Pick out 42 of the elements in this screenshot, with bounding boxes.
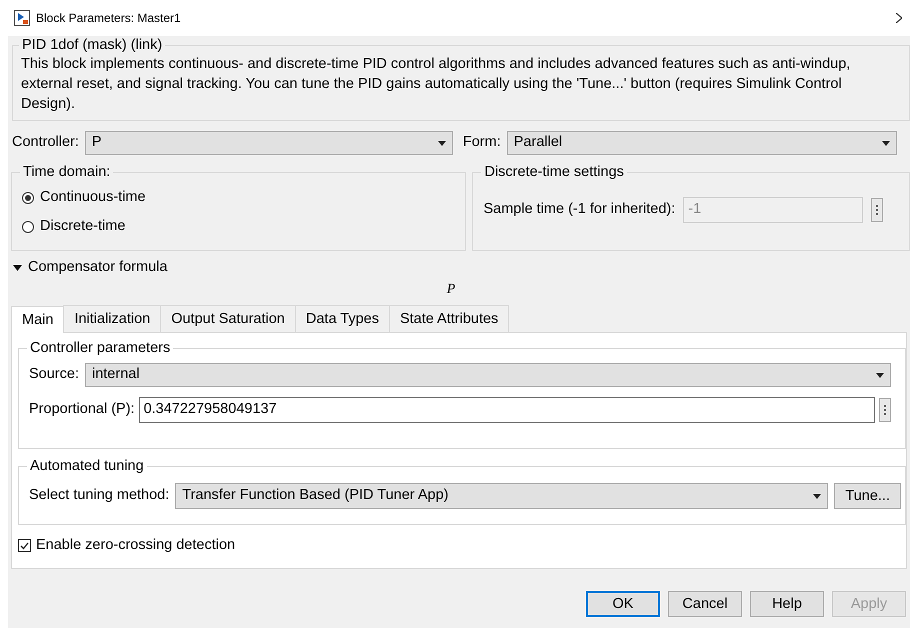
radio-button[interactable]	[22, 220, 34, 232]
group-title: Time domain:	[22, 163, 112, 181]
more-button[interactable]	[871, 198, 884, 222]
tab[interactable]: State Attributes	[388, 305, 510, 332]
radio-button[interactable]	[22, 192, 34, 204]
window-title: Block Parameters: Master1	[36, 10, 181, 27]
field-label: Form:	[462, 133, 501, 152]
dialog-button[interactable]: Help	[750, 591, 824, 617]
caret-icon	[438, 140, 446, 146]
tab[interactable]: Main	[11, 306, 64, 333]
dialog-button[interactable]: Cancel	[668, 591, 742, 617]
group-title: Controller parameters	[29, 339, 172, 357]
tuning-method-dropdown[interactable]: Transfer Function Based (PID Tuner App)	[175, 483, 828, 509]
proportional-field[interactable]: 0.347227958049137	[138, 397, 875, 423]
caret-icon	[882, 140, 890, 146]
more-button[interactable]	[879, 398, 891, 422]
field-label: Source:	[29, 365, 79, 384]
source-dropdown[interactable]: internal	[84, 363, 891, 387]
app-icon	[14, 10, 30, 26]
field-label: Sample time (-1 for inherited):	[483, 200, 676, 220]
field-label: Controller:	[12, 133, 79, 152]
radio-option[interactable]: Discrete-time	[22, 212, 126, 241]
dialog-button[interactable]: OK	[586, 591, 660, 617]
expander[interactable]: Compensator formula	[13, 257, 168, 279]
more-icon	[876, 205, 878, 215]
group-title: PID 1dof (mask) (link)	[21, 36, 164, 54]
checkbox[interactable]	[18, 539, 31, 552]
tune-button[interactable]: Tune...	[834, 483, 901, 509]
caret-icon	[876, 372, 884, 378]
description-text: This block implements continuous- and discrete-time PID control algorithms and includes advanced features such as anti-windup, external reset, and signal tracking. You can tune the PID gains automatically using the 'Tune...' button (requires Simulink Control Design).	[21, 55, 852, 114]
form-dropdown[interactable]: Parallel	[506, 131, 897, 155]
radio-option[interactable]: Continuous-time	[22, 183, 146, 212]
caret-icon	[813, 494, 822, 498]
formula: P	[446, 282, 456, 297]
group-title: Discrete-time settings	[483, 163, 625, 181]
group-title: Automated tuning	[29, 457, 145, 475]
field-label: Select tuning method:	[29, 486, 170, 506]
checkbox-option[interactable]: Enable zero-crossing detection	[18, 535, 236, 557]
controller-dropdown[interactable]: P	[84, 131, 453, 155]
expand-icon	[13, 265, 22, 271]
field-label: Proportional (P):	[29, 400, 135, 420]
close-icon[interactable]	[896, 13, 902, 23]
